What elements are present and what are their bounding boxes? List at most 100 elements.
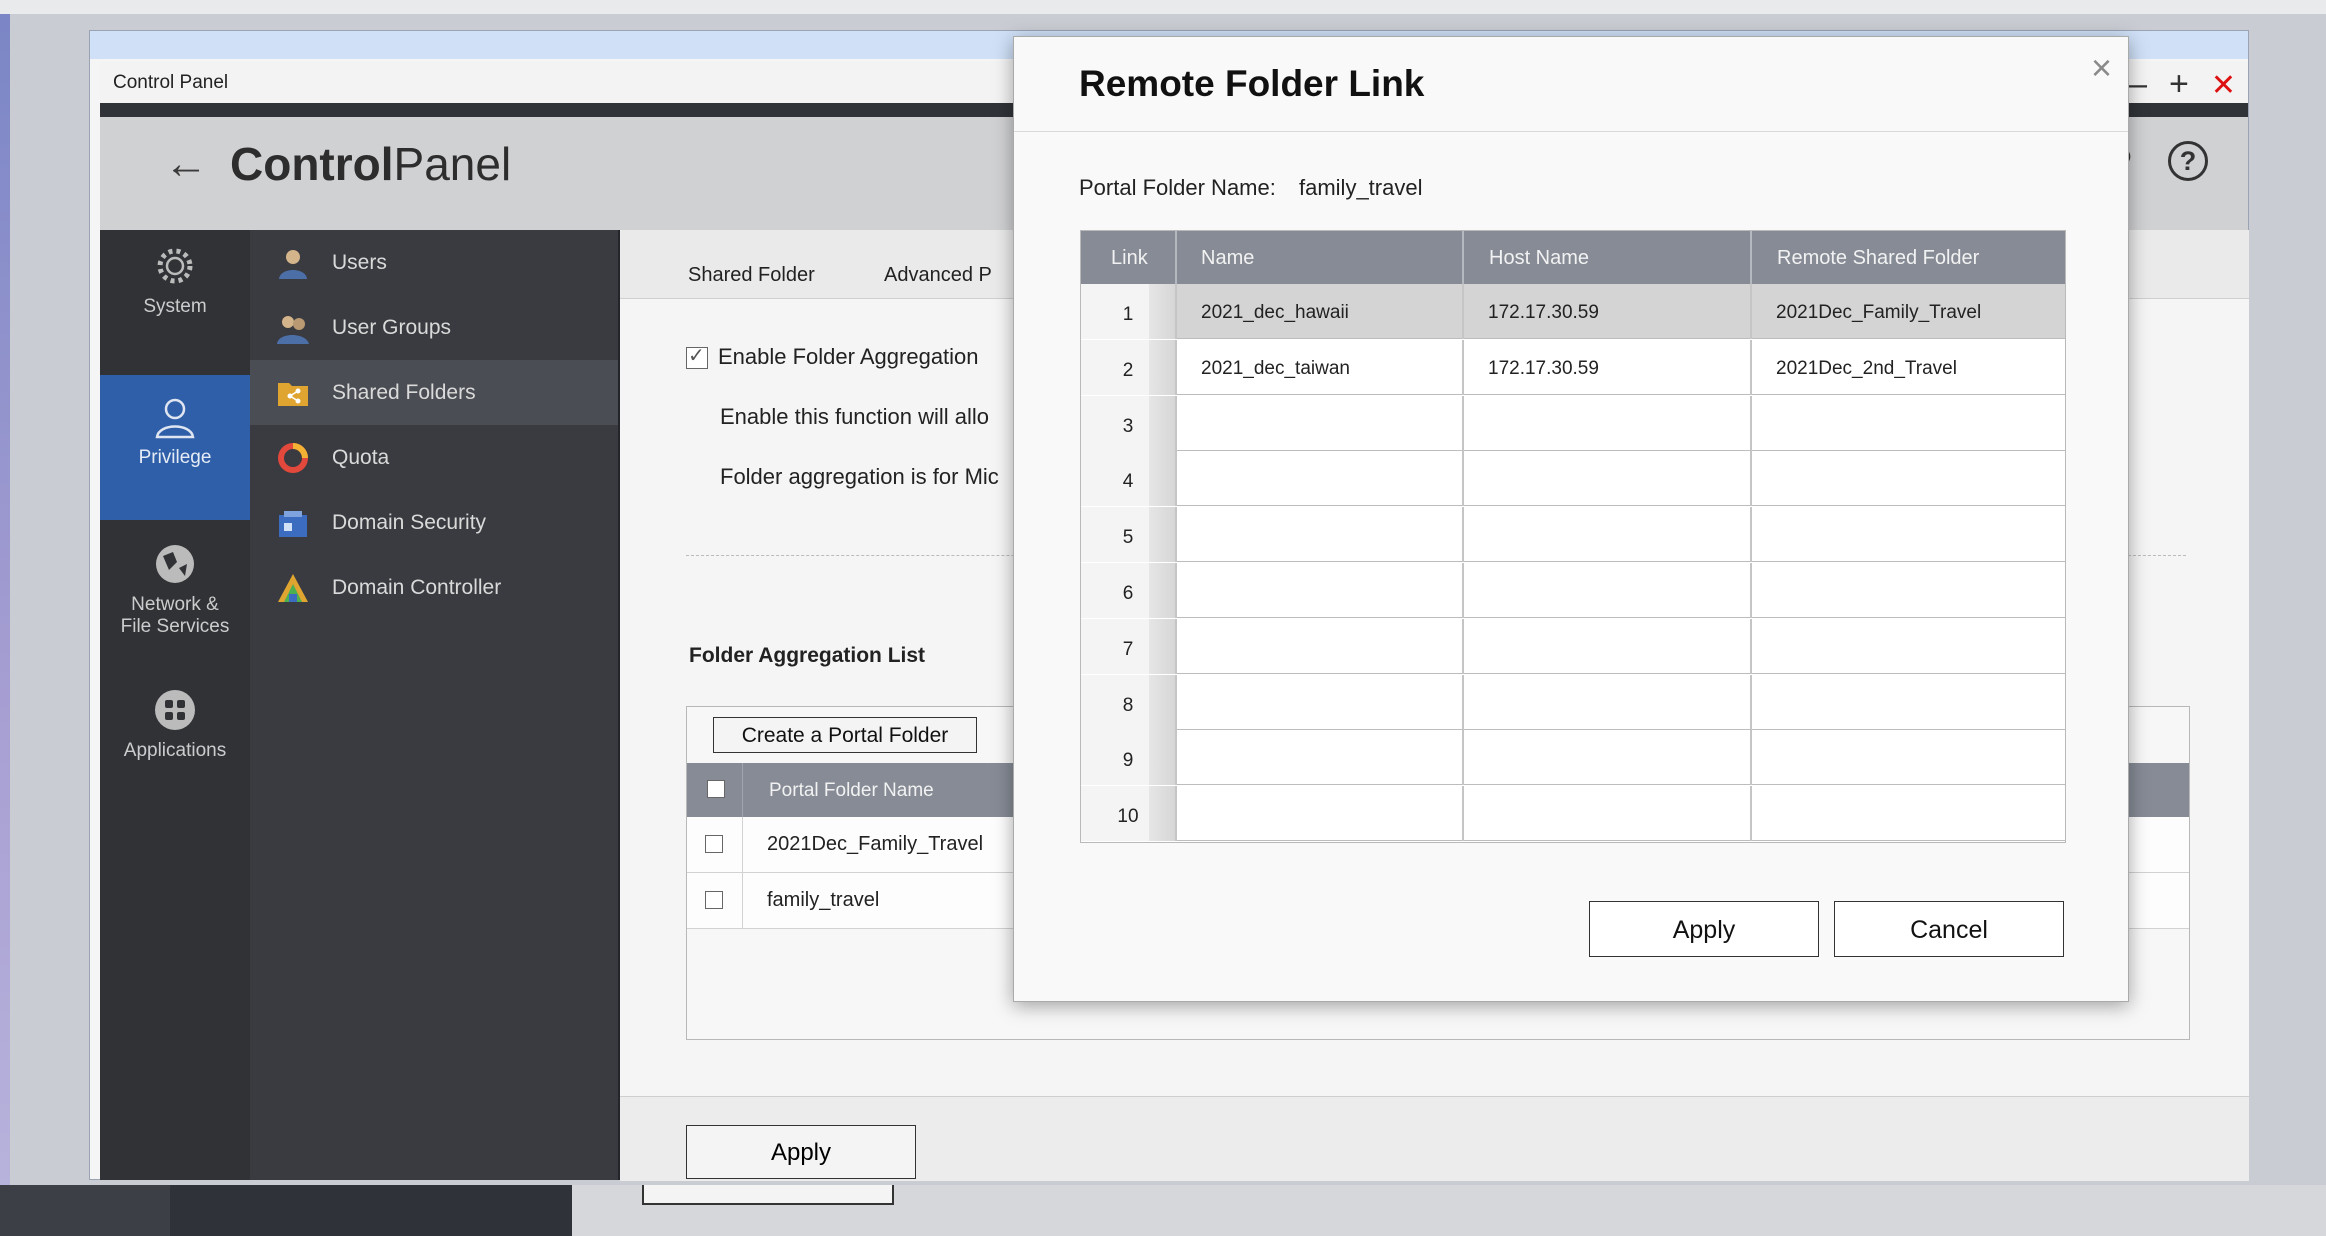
background-window-strip bbox=[0, 1185, 2326, 1236]
column-divider bbox=[1462, 786, 1464, 842]
link-number: 7 bbox=[1081, 618, 1175, 674]
column-divider bbox=[1462, 730, 1464, 786]
link-name[interactable]: 2021_dec_hawaii bbox=[1201, 302, 1349, 324]
table-row[interactable]: 4 bbox=[1081, 451, 2065, 507]
remote-link-table: Link Name Host Name Remote Shared Folder… bbox=[1080, 230, 2066, 843]
subnav-item-shared-folders[interactable]: Shared Folders bbox=[250, 360, 618, 425]
create-portal-folder-button[interactable]: Create a Portal Folder bbox=[713, 717, 977, 753]
link-number: 1 bbox=[1081, 284, 1175, 339]
help-icon[interactable]: ? bbox=[2168, 141, 2208, 181]
column-divider bbox=[1750, 395, 1752, 451]
column-divider bbox=[1750, 730, 1752, 786]
column-portal-folder-name: Portal Folder Name bbox=[769, 780, 934, 801]
column-divider bbox=[1462, 284, 1464, 339]
tab-shared-folder[interactable]: Shared Folder bbox=[688, 264, 815, 287]
close-icon[interactable]: ✕ bbox=[2211, 69, 2236, 102]
enable-aggregation-label: Enable Folder Aggregation bbox=[718, 344, 979, 369]
link-number: 10 bbox=[1081, 786, 1175, 842]
link-remote-shared-folder[interactable]: 2021Dec_2nd_Travel bbox=[1776, 358, 1957, 380]
domain-security-icon bbox=[279, 511, 307, 537]
enable-folder-aggregation[interactable]: Enable Folder Aggregation bbox=[686, 343, 979, 370]
nav-applications[interactable]: Applications bbox=[100, 688, 250, 788]
nav-system[interactable]: System bbox=[100, 244, 250, 374]
portal-folder-name-label: Portal Folder Name: bbox=[1079, 175, 1276, 200]
row-checkbox[interactable] bbox=[705, 835, 723, 853]
column-divider bbox=[1462, 618, 1464, 674]
column-divider bbox=[1175, 284, 1177, 339]
dialog-title: Remote Folder Link bbox=[1079, 63, 1425, 104]
link-number: 5 bbox=[1081, 507, 1175, 563]
link-host-name[interactable]: 172.17.30.59 bbox=[1488, 358, 1599, 380]
table-row[interactable]: 7 bbox=[1081, 618, 2065, 674]
remote-link-table-header: Link Name Host Name Remote Shared Folder bbox=[1081, 231, 2065, 284]
apply-button[interactable]: Apply bbox=[686, 1125, 916, 1179]
table-row[interactable]: 2 2021_dec_taiwan 172.17.30.59 2021Dec_2nd_… bbox=[1081, 339, 2065, 395]
column-divider bbox=[1175, 395, 1177, 451]
minimize-icon[interactable]: – bbox=[2128, 65, 2147, 103]
column-divider bbox=[1175, 507, 1177, 563]
user-icon bbox=[279, 250, 307, 279]
background-panel bbox=[170, 1185, 572, 1236]
row-checkbox[interactable] bbox=[705, 891, 723, 909]
subnav-item-domain-security[interactable]: Domain Security bbox=[250, 490, 618, 555]
app-logo: ControlPanel bbox=[230, 138, 512, 190]
quota-icon bbox=[278, 443, 308, 473]
column-divider bbox=[1175, 451, 1177, 507]
sub-nav: Users User Groups Shared Folders Quota D… bbox=[250, 230, 620, 1180]
tab-advanced-permissions[interactable]: Advanced P bbox=[884, 264, 992, 287]
column-divider bbox=[1750, 563, 1752, 618]
link-host-name[interactable]: 172.17.30.59 bbox=[1488, 302, 1599, 324]
divider bbox=[1014, 131, 2128, 132]
table-row[interactable]: 3 bbox=[1081, 395, 2065, 451]
link-number: 6 bbox=[1081, 563, 1175, 618]
back-arrow-icon[interactable]: ← bbox=[164, 139, 208, 189]
nav-network-file-services[interactable]: Network & File Services bbox=[100, 542, 250, 672]
remote-folder-link-dialog: Remote Folder Link × Portal Folder Name:… bbox=[1013, 36, 2129, 1002]
column-divider bbox=[1175, 786, 1177, 842]
maximize-icon[interactable]: + bbox=[2169, 65, 2189, 103]
nav-label: Privilege bbox=[138, 447, 212, 468]
enable-aggregation-checkbox[interactable] bbox=[686, 343, 708, 370]
column-divider bbox=[1750, 507, 1752, 563]
column-remote-shared-folder: Remote Shared Folder bbox=[1777, 247, 1980, 269]
subnav-item-quota[interactable]: Quota bbox=[250, 425, 618, 490]
column-divider bbox=[1462, 451, 1464, 507]
table-row[interactable]: 9 bbox=[1081, 730, 2065, 786]
column-divider bbox=[1750, 284, 1752, 339]
column-divider bbox=[1175, 618, 1177, 674]
close-icon[interactable]: × bbox=[2091, 47, 2112, 89]
apps-icon bbox=[155, 690, 195, 730]
subnav-item-domain-controller[interactable]: Domain Controller bbox=[250, 555, 618, 620]
column-host-name: Host Name bbox=[1489, 247, 1590, 269]
window-title: Control Panel bbox=[113, 72, 229, 93]
column-divider bbox=[1175, 231, 1177, 284]
nav-label: System bbox=[143, 296, 207, 317]
column-name: Name bbox=[1201, 247, 1255, 269]
column-divider bbox=[1462, 339, 1464, 395]
background-panel bbox=[0, 1185, 170, 1236]
link-name[interactable]: 2021_dec_taiwan bbox=[1201, 358, 1350, 380]
table-row[interactable]: 5 bbox=[1081, 507, 2065, 563]
portal-folder-name: family_travel bbox=[767, 889, 880, 911]
subnav-item-users[interactable]: Users bbox=[250, 230, 618, 295]
shared-folder-icon bbox=[278, 383, 308, 406]
table-row[interactable]: 10 bbox=[1081, 786, 2065, 842]
table-row[interactable]: 6 bbox=[1081, 563, 2065, 618]
gear-icon bbox=[157, 248, 193, 284]
subnav-item-user-groups[interactable]: User Groups bbox=[250, 295, 618, 360]
table-row[interactable]: 8 bbox=[1081, 674, 2065, 730]
column-divider bbox=[1175, 563, 1177, 618]
cancel-button[interactable]: Cancel bbox=[1834, 901, 2064, 957]
column-divider bbox=[1462, 507, 1464, 563]
footer-bar: Apply bbox=[620, 1096, 2249, 1181]
nav-privilege[interactable]: Privilege bbox=[100, 375, 250, 520]
apply-button[interactable]: Apply bbox=[1589, 901, 1819, 957]
select-all-checkbox[interactable] bbox=[707, 780, 725, 798]
desktop-background bbox=[0, 14, 10, 1236]
column-divider bbox=[1750, 786, 1752, 842]
column-divider bbox=[1750, 451, 1752, 507]
table-row[interactable]: 1 2021_dec_hawaii 172.17.30.59 2021Dec_Fami… bbox=[1081, 284, 2065, 339]
globe-icon bbox=[156, 545, 194, 583]
user-icon bbox=[155, 398, 195, 439]
link-remote-shared-folder[interactable]: 2021Dec_Family_Travel bbox=[1776, 302, 1981, 324]
